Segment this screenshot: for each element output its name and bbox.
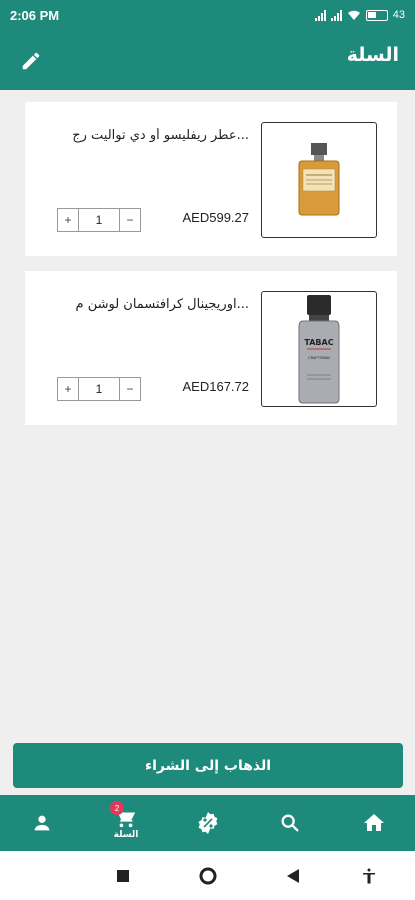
- circle-icon: [199, 867, 217, 885]
- bottom-nav: السلة 2: [0, 795, 415, 851]
- product-price: AED599.27: [182, 210, 250, 225]
- product-image[interactable]: TABAC CRAFTSMAN: [261, 291, 377, 407]
- status-icons: 43: [314, 9, 405, 21]
- signal-icon: [314, 9, 326, 21]
- status-bar: 2:06 PM 43: [0, 0, 415, 30]
- battery-level: 43: [392, 9, 405, 21]
- lotion-bottle-image: TABAC CRAFTSMAN: [298, 295, 340, 404]
- nav-search[interactable]: [260, 795, 320, 851]
- decrease-quantity-button[interactable]: −: [120, 378, 140, 400]
- discount-badge-icon: [198, 812, 218, 834]
- quantity-stepper: + 1 −: [57, 208, 141, 232]
- accessibility-icon: [363, 868, 375, 884]
- back-triangle-icon: [287, 869, 299, 883]
- home-system-button[interactable]: [197, 865, 219, 887]
- product-name[interactable]: عطر ريفليسو أو دي تواليت رج...: [49, 128, 249, 143]
- app-bar: السلة: [0, 30, 415, 90]
- checkout-button[interactable]: الذهاب إلى الشراء: [13, 743, 403, 788]
- person-icon: [34, 815, 50, 831]
- nav-home[interactable]: [344, 795, 404, 851]
- perfume-bottle-image: [298, 143, 340, 216]
- product-image[interactable]: [261, 122, 377, 238]
- decrease-quantity-button[interactable]: −: [120, 209, 140, 231]
- increase-quantity-button[interactable]: +: [58, 209, 78, 231]
- search-icon: [281, 814, 299, 832]
- back-button[interactable]: [282, 865, 304, 887]
- page-title: السلة: [346, 44, 399, 66]
- recents-button[interactable]: [112, 865, 134, 887]
- accessibility-button[interactable]: [358, 865, 380, 887]
- bottle-brand: TABAC: [304, 338, 333, 347]
- nav-cart[interactable]: السلة 2: [96, 795, 156, 851]
- cart-count-badge: 2: [110, 801, 124, 815]
- increase-quantity-button[interactable]: +: [58, 378, 78, 400]
- edit-button[interactable]: [16, 46, 46, 76]
- system-nav-bar: [0, 851, 415, 900]
- product-price: AED167.72: [182, 379, 250, 394]
- cart-item[interactable]: TABAC CRAFTSMAN اوريجينال كرافتسمان لوشن…: [25, 271, 397, 425]
- nav-account[interactable]: [12, 795, 72, 851]
- nav-cart-label: السلة: [113, 829, 139, 840]
- battery-icon: [365, 9, 388, 21]
- quantity-value[interactable]: 1: [78, 209, 120, 231]
- pencil-icon: [22, 52, 40, 70]
- bottle-line: CRAFTSMAN: [308, 356, 330, 360]
- wifi-icon: [347, 10, 360, 20]
- nav-offers[interactable]: [178, 795, 238, 851]
- quantity-value[interactable]: 1: [78, 378, 120, 400]
- product-name[interactable]: اوريجينال كرافتسمان لوشن م...: [49, 297, 249, 312]
- status-time: 2:06 PM: [10, 7, 60, 23]
- cart-item[interactable]: عطر ريفليسو أو دي تواليت رج... AED599.27…: [25, 102, 397, 256]
- signal-icon-2: [330, 9, 342, 21]
- quantity-stepper: + 1 −: [57, 377, 141, 401]
- home-icon: [364, 814, 384, 831]
- square-icon: [117, 870, 129, 882]
